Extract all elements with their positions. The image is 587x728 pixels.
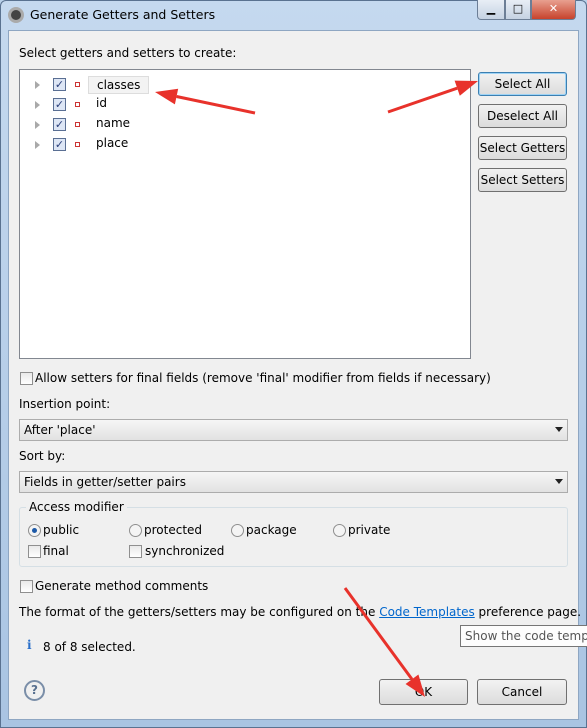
annotation-arrows: [155, 80, 478, 697]
red-arrow: [387, 80, 478, 114]
red-arrow: [155, 88, 256, 115]
red-arrow: [343, 587, 425, 697]
